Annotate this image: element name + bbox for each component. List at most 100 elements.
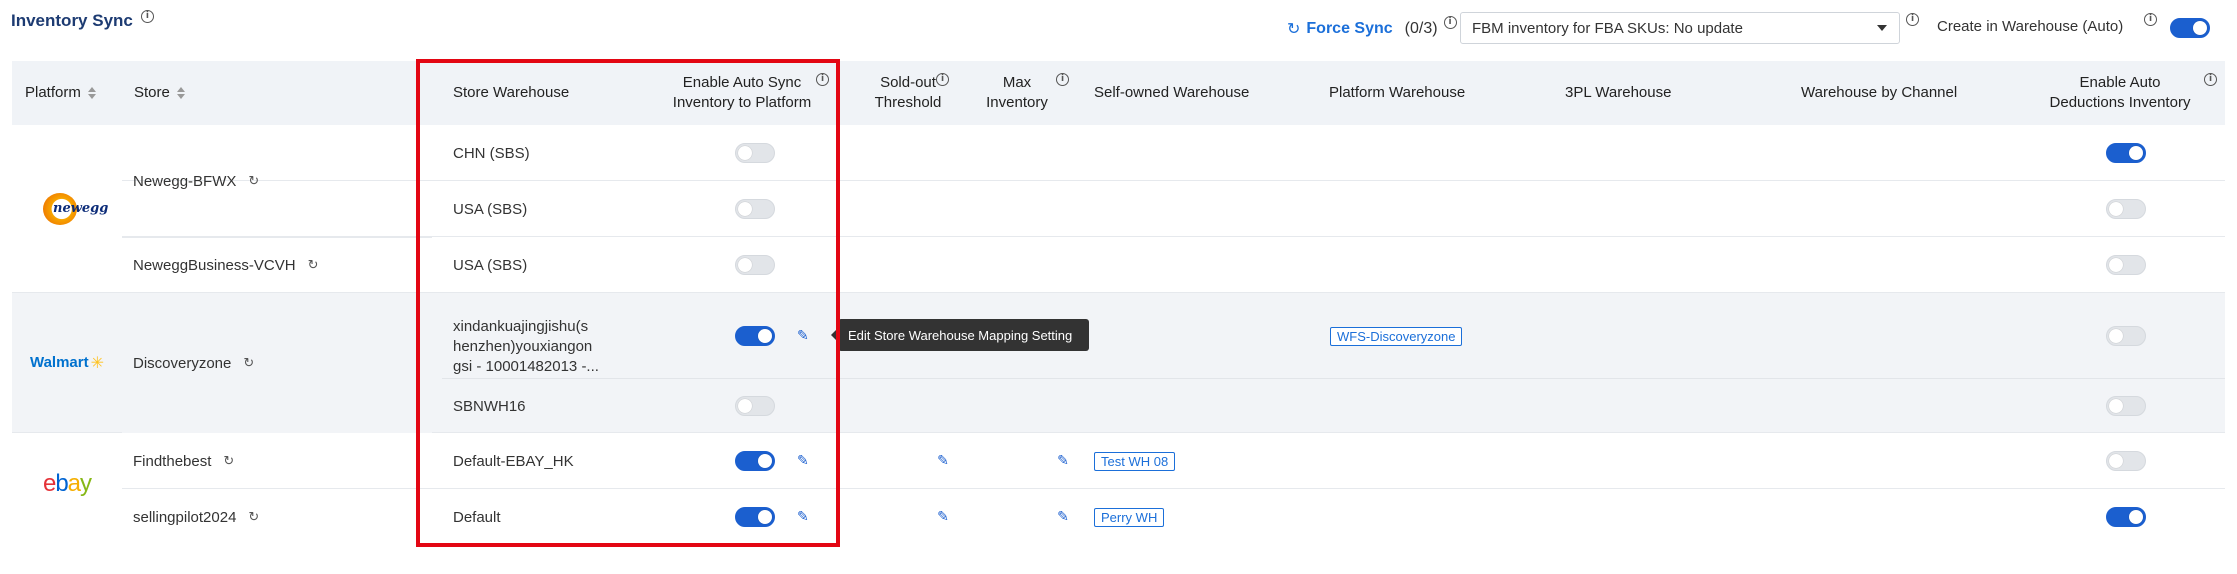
refresh-icon[interactable]: ↻	[223, 454, 234, 469]
auto-sync-toggle[interactable]	[735, 255, 775, 275]
column-store-warehouse-label: Store Warehouse	[453, 84, 570, 101]
store-warehouse-cell: SBNWH16	[453, 397, 526, 415]
auto-sync-cell	[735, 181, 775, 237]
self-owned-warehouse-cell: Test WH 08	[1094, 433, 1176, 489]
self-owned-warehouse-tag: Test WH 08	[1094, 451, 1176, 471]
auto-sync-cell	[735, 125, 775, 181]
auto-deduct-toggle[interactable]	[2106, 326, 2146, 346]
store-name: Discoveryzone	[133, 354, 232, 372]
info-icon[interactable]: i	[1056, 73, 1069, 86]
auto-deduct-toggle[interactable]	[2106, 143, 2146, 163]
store-cell: Findthebest ↻	[122, 433, 432, 489]
column-platform[interactable]: Platform	[25, 61, 96, 125]
edit-icon[interactable]: ✎	[1057, 509, 1069, 525]
auto-sync-toggle[interactable]	[735, 451, 775, 471]
create-warehouse-toggle[interactable]	[2170, 18, 2210, 38]
info-icon[interactable]: i	[936, 73, 949, 86]
store-cell: Newegg-BFWX ↻	[122, 125, 432, 237]
edit-icon[interactable]: ✎	[937, 453, 949, 469]
column-self-owned-label: Self-owned Warehouse	[1094, 84, 1250, 101]
column-store-label: Store	[134, 84, 170, 101]
auto-sync-toggle[interactable]	[735, 396, 775, 416]
ebay-logo-letter: b	[55, 470, 68, 497]
info-icon[interactable]: i	[816, 73, 829, 86]
info-icon[interactable]: i	[2144, 13, 2157, 26]
ebay-logo-letter: e	[42, 470, 56, 497]
column-max-label-1: Max	[1002, 74, 1032, 91]
ebay-logo: ebay	[42, 470, 92, 498]
auto-sync-toggle[interactable]	[735, 326, 775, 346]
column-platform-warehouse: Platform Warehouse	[1329, 61, 1465, 125]
auto-sync-cell	[735, 379, 775, 433]
force-sync-label[interactable]: Force Sync	[1306, 20, 1392, 38]
refresh-icon[interactable]: ↻	[248, 510, 259, 525]
force-sync-button[interactable]: ↻ Force Sync (0/3) i	[1287, 16, 1457, 38]
auto-deduct-cell	[2106, 237, 2146, 293]
fbm-select-value: FBM inventory for FBA SKUs: No update	[1472, 19, 1743, 37]
column-soldout-label-1: Sold-out	[880, 74, 936, 91]
store-warehouse-line: henzhen)youxiangon	[453, 338, 593, 355]
edit-icon[interactable]: ✎	[797, 328, 809, 344]
info-icon[interactable]: i	[1906, 13, 1919, 26]
edit-icon[interactable]: ✎	[937, 509, 949, 525]
edit-icon[interactable]: ✎	[1057, 453, 1069, 469]
sort-icon[interactable]	[87, 87, 96, 99]
auto-deduct-toggle[interactable]	[2106, 255, 2146, 275]
table-header: Platform Store Store Warehouse Enable Au…	[12, 61, 2225, 125]
auto-deduct-cell	[2106, 125, 2146, 181]
column-3pl-warehouse: 3PL Warehouse	[1565, 61, 1671, 125]
sort-icon[interactable]	[176, 87, 185, 99]
inventory-sync-table: Platform Store Store Warehouse Enable Au…	[12, 61, 2225, 535]
column-auto-sync-label-2: Inventory to Platform	[672, 94, 812, 111]
column-platform-label: Platform	[25, 84, 81, 101]
edit-icon[interactable]: ✎	[797, 453, 809, 469]
auto-sync-cell: ✎	[735, 293, 809, 379]
store-warehouse-cell: Default	[453, 508, 501, 526]
platform-warehouse-cell: WFS-Discoveryzone	[1330, 293, 1463, 379]
store-name: Findthebest	[133, 452, 212, 470]
fbm-inventory-select[interactable]: FBM inventory for FBA SKUs: No update	[1460, 12, 1900, 44]
walmart-logo: Walmart ✳	[30, 353, 104, 372]
column-self-owned-warehouse: Self-owned Warehouse	[1094, 61, 1249, 125]
auto-deduct-toggle[interactable]	[2106, 396, 2146, 416]
auto-deduct-toggle[interactable]	[2106, 199, 2146, 219]
auto-deduct-toggle[interactable]	[2106, 451, 2146, 471]
column-store-warehouse: Store Warehouse	[453, 61, 569, 125]
store-name: Newegg-BFWX	[133, 172, 237, 190]
auto-sync-toggle[interactable]	[735, 143, 775, 163]
column-soldout-threshold: Sold-out Threshold	[858, 61, 958, 125]
edit-icon[interactable]: ✎	[797, 509, 809, 525]
newegg-logo: newegg	[37, 189, 108, 229]
page-title-text: Inventory Sync	[11, 11, 133, 30]
column-auto-deduct-label-2: Deductions Inventory	[2049, 94, 2191, 111]
walmart-logo-word: Walmart	[29, 354, 89, 371]
auto-sync-toggle[interactable]	[735, 507, 775, 527]
refresh-icon[interactable]: ↻	[308, 258, 319, 273]
sync-icon: ↻	[1287, 19, 1301, 38]
info-icon[interactable]: i	[1443, 16, 1457, 29]
auto-deduct-cell	[2106, 181, 2146, 237]
row-divider	[442, 378, 2225, 379]
column-max-label-2: Inventory	[986, 94, 1048, 111]
column-3pl-label: 3PL Warehouse	[1565, 84, 1672, 101]
auto-sync-cell: ✎	[735, 433, 809, 489]
platform-cell-ebay: ebay	[12, 433, 122, 535]
store-warehouse-cell: USA (SBS)	[453, 200, 528, 218]
refresh-icon[interactable]: ↻	[248, 174, 259, 189]
edit-mapping-tooltip: Edit Store Warehouse Mapping Setting	[831, 319, 1089, 351]
auto-sync-toggle[interactable]	[735, 199, 775, 219]
column-platform-warehouse-label: Platform Warehouse	[1329, 84, 1466, 101]
store-name: NeweggBusiness-VCVH	[133, 257, 296, 274]
store-cell: NeweggBusiness-VCVH ↻	[122, 237, 432, 293]
column-auto-deduct-label-1: Enable Auto	[2079, 74, 2161, 91]
auto-deduct-toggle[interactable]	[2106, 507, 2146, 527]
soldout-threshold-cell: ✎	[933, 433, 953, 489]
column-auto-deductions: Enable Auto Deductions Inventory	[2030, 61, 2210, 125]
info-icon[interactable]: i	[2204, 73, 2217, 86]
info-icon[interactable]: i	[140, 9, 154, 23]
column-store[interactable]: Store	[134, 61, 185, 125]
refresh-icon[interactable]: ↻	[243, 356, 254, 371]
max-inventory-cell: ✎	[1053, 489, 1073, 545]
platform-cell-walmart: Walmart ✳	[12, 293, 122, 433]
auto-sync-cell	[735, 237, 775, 293]
